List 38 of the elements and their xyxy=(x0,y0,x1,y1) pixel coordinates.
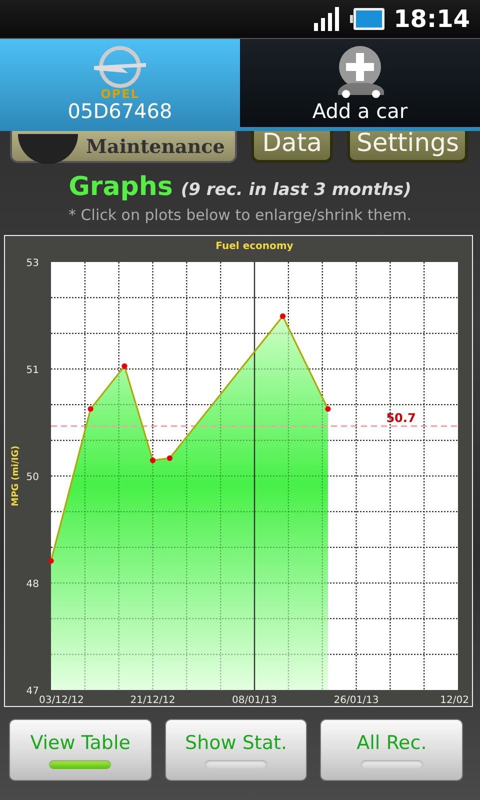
data-point xyxy=(88,406,94,412)
emblem-icon xyxy=(18,134,78,164)
y-axis-title: MPG (mi/IG) xyxy=(11,446,21,506)
y-tick-label: 51 xyxy=(26,365,39,376)
menu-button[interactable]: Data xyxy=(250,131,334,163)
signal-icon xyxy=(314,7,342,31)
data-point xyxy=(280,313,286,320)
toggle-button[interactable]: All Rec. xyxy=(320,719,464,781)
brand-text: OPEL xyxy=(100,89,140,99)
average-label: 50.7 xyxy=(386,411,416,426)
x-tick-label: 12/02 xyxy=(440,695,469,706)
y-tick-label: 48 xyxy=(26,579,39,590)
x-tick-label: 26/01/13 xyxy=(334,695,379,706)
menu-button[interactable]: Settings xyxy=(347,131,468,163)
data-point xyxy=(48,558,54,564)
chart-title: Fuel economy xyxy=(216,241,294,252)
car-logo-icon xyxy=(92,45,148,89)
data-point xyxy=(122,363,128,369)
y-tick-label: 53 xyxy=(26,258,39,269)
battery-icon xyxy=(350,7,386,31)
x-tick-label: 08/01/13 xyxy=(232,695,277,706)
car-tab[interactable]: Add a car xyxy=(240,39,480,131)
record-count: (9 rec. in last 3 months) xyxy=(180,180,412,200)
toggle-button[interactable]: Show Stat. xyxy=(164,719,308,781)
graphs-title: Graphs xyxy=(68,172,173,202)
hint-text: * Click on plots below to enlarge/shrink them. xyxy=(68,206,412,224)
x-tick-label: 21/12/12 xyxy=(130,695,176,706)
maintenance-button[interactable]: Maintenance xyxy=(10,131,237,163)
y-tick-label: 50 xyxy=(26,472,39,483)
data-point xyxy=(150,458,156,464)
car-tab[interactable]: OPEL 05D67468 xyxy=(0,39,240,131)
toggle-button[interactable]: View Table xyxy=(9,719,152,781)
y-tick-label: 47 xyxy=(26,686,39,697)
x-tick-label: 03/12/12 xyxy=(39,695,84,706)
data-point xyxy=(325,406,331,412)
clock: 18:14 xyxy=(394,5,470,33)
fuel-economy-chart[interactable]: 50.7 Fuel economy MPG (mi/IG) 47 48 50 51 53 03/12/12 21/12/12 08/01/13 26/01/13 12/02 xyxy=(5,236,472,706)
data-point xyxy=(166,455,172,461)
